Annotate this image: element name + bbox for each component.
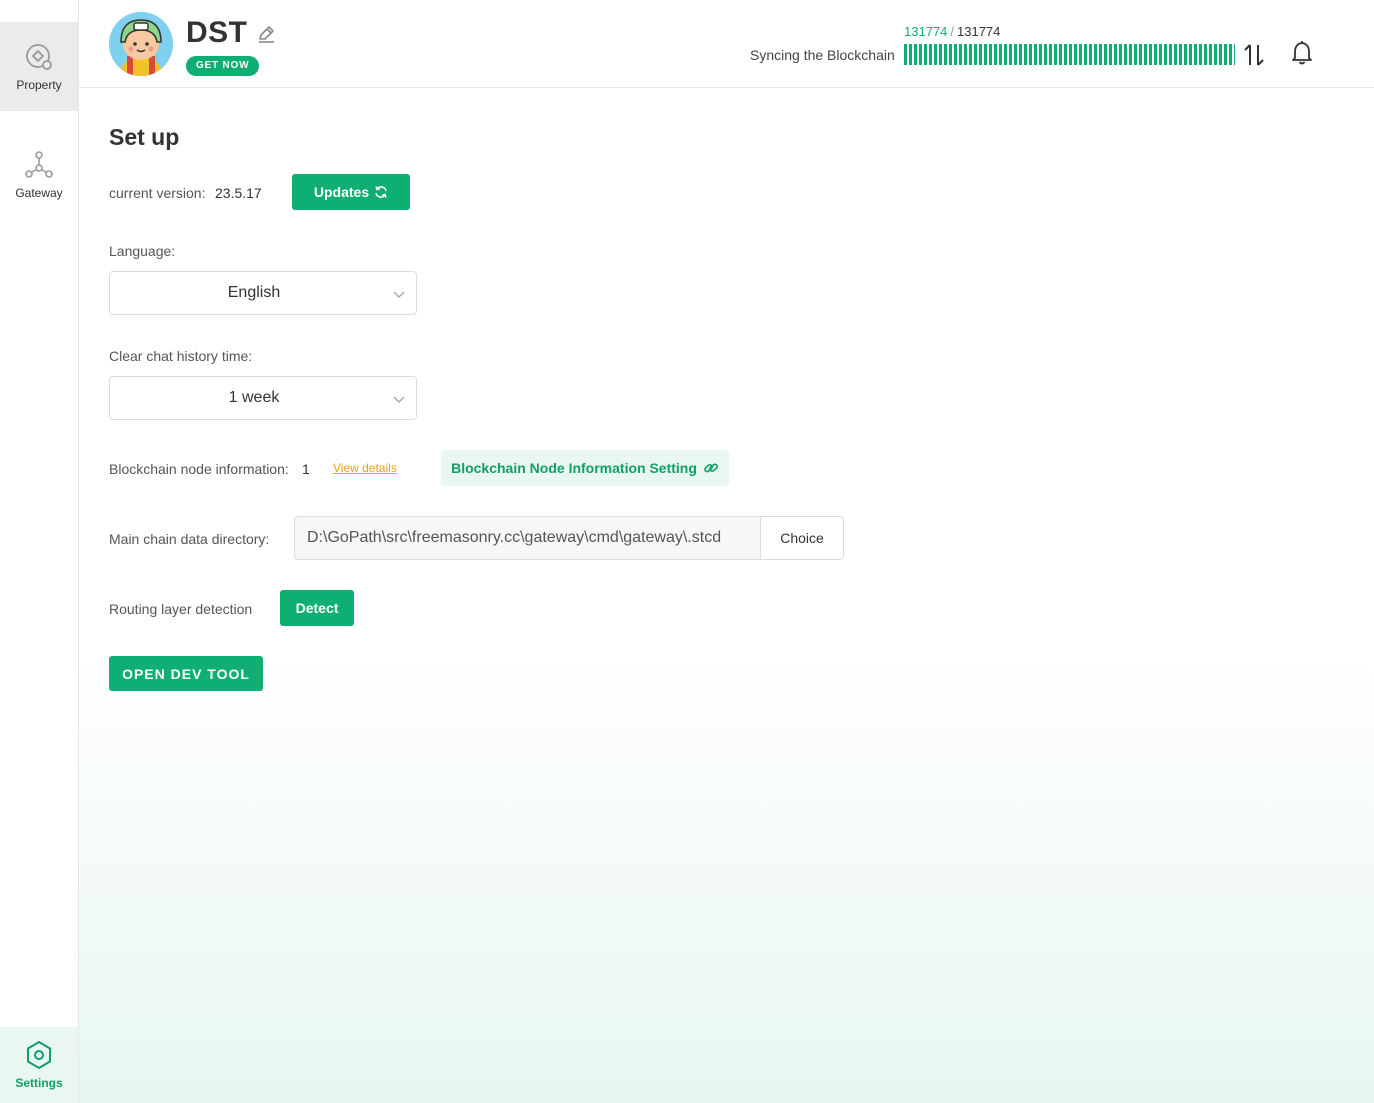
sync-label: Syncing the Blockchain [750, 47, 895, 63]
chevron-down-icon [393, 396, 405, 404]
sync-progress-bar [904, 44, 1235, 65]
page-title: Set up [109, 124, 180, 150]
node-info-value: 1 [302, 461, 310, 477]
updates-button[interactable]: Updates [292, 174, 410, 210]
language-selected: English [227, 284, 281, 301]
choice-button[interactable]: Choice [760, 516, 844, 560]
routing-label: Routing layer detection [109, 601, 253, 617]
chat-history-select[interactable]: 1 week [109, 376, 417, 420]
property-icon [26, 43, 52, 70]
open-dev-tool-button[interactable]: OPEN DEV TOOL [109, 656, 263, 691]
data-dir-label: Main chain data directory: [109, 531, 270, 547]
avatar-character-icon [109, 12, 173, 76]
link-icon [704, 463, 718, 473]
version-value: 23.5.17 [215, 185, 262, 201]
sync-current: 131774 [904, 24, 948, 39]
sidebar-item-label: Settings [15, 1076, 63, 1090]
sidebar: Property Gateway Settings [0, 0, 79, 1103]
detect-button[interactable]: Detect [280, 590, 354, 626]
node-info-label: Blockchain node information: [109, 461, 289, 477]
language-label: Language: [109, 243, 176, 259]
view-details-link[interactable]: View details [333, 461, 397, 475]
gateway-icon [25, 150, 53, 178]
sidebar-item-label: Property [16, 77, 62, 92]
sidebar-item-label: Gateway [15, 185, 63, 200]
sidebar-item-settings[interactable]: Settings [0, 1027, 78, 1103]
refresh-icon [375, 186, 387, 198]
app-title: DST [186, 16, 248, 49]
transfer-arrows-icon[interactable] [1242, 42, 1266, 68]
version-label: current version: [109, 185, 206, 201]
sync-total: 131774 [957, 24, 1001, 39]
chat-history-selected: 1 week [228, 389, 280, 406]
avatar[interactable] [109, 12, 173, 76]
chat-history-label: Clear chat history time: [109, 348, 253, 364]
sidebar-item-property[interactable]: Property [0, 22, 78, 111]
notification-bell-icon[interactable] [1291, 40, 1313, 66]
sync-counts: 131774/131774 [904, 24, 1000, 39]
updates-button-label: Updates [313, 184, 370, 200]
chevron-down-icon [393, 291, 405, 299]
language-select[interactable]: English [109, 271, 417, 315]
sync-separator: / [950, 24, 955, 39]
node-info-setting-button[interactable]: Blockchain Node Information Setting [441, 450, 729, 486]
node-info-setting-label: Blockchain Node Information Setting [451, 460, 697, 476]
header: DST GET NOW 131774/131774 Syncing the Bl… [79, 0, 1374, 88]
settings-panel: Set up current version: 23.5.17 Updates … [79, 89, 1374, 1103]
settings-hexagon-icon [27, 1040, 51, 1070]
edit-icon[interactable] [256, 24, 276, 44]
data-dir-input[interactable]: D:\GoPath\src\freemasonry.cc\gateway\cmd… [294, 516, 761, 560]
sidebar-item-gateway[interactable]: Gateway [0, 130, 78, 219]
get-now-badge[interactable]: GET NOW [186, 56, 260, 76]
